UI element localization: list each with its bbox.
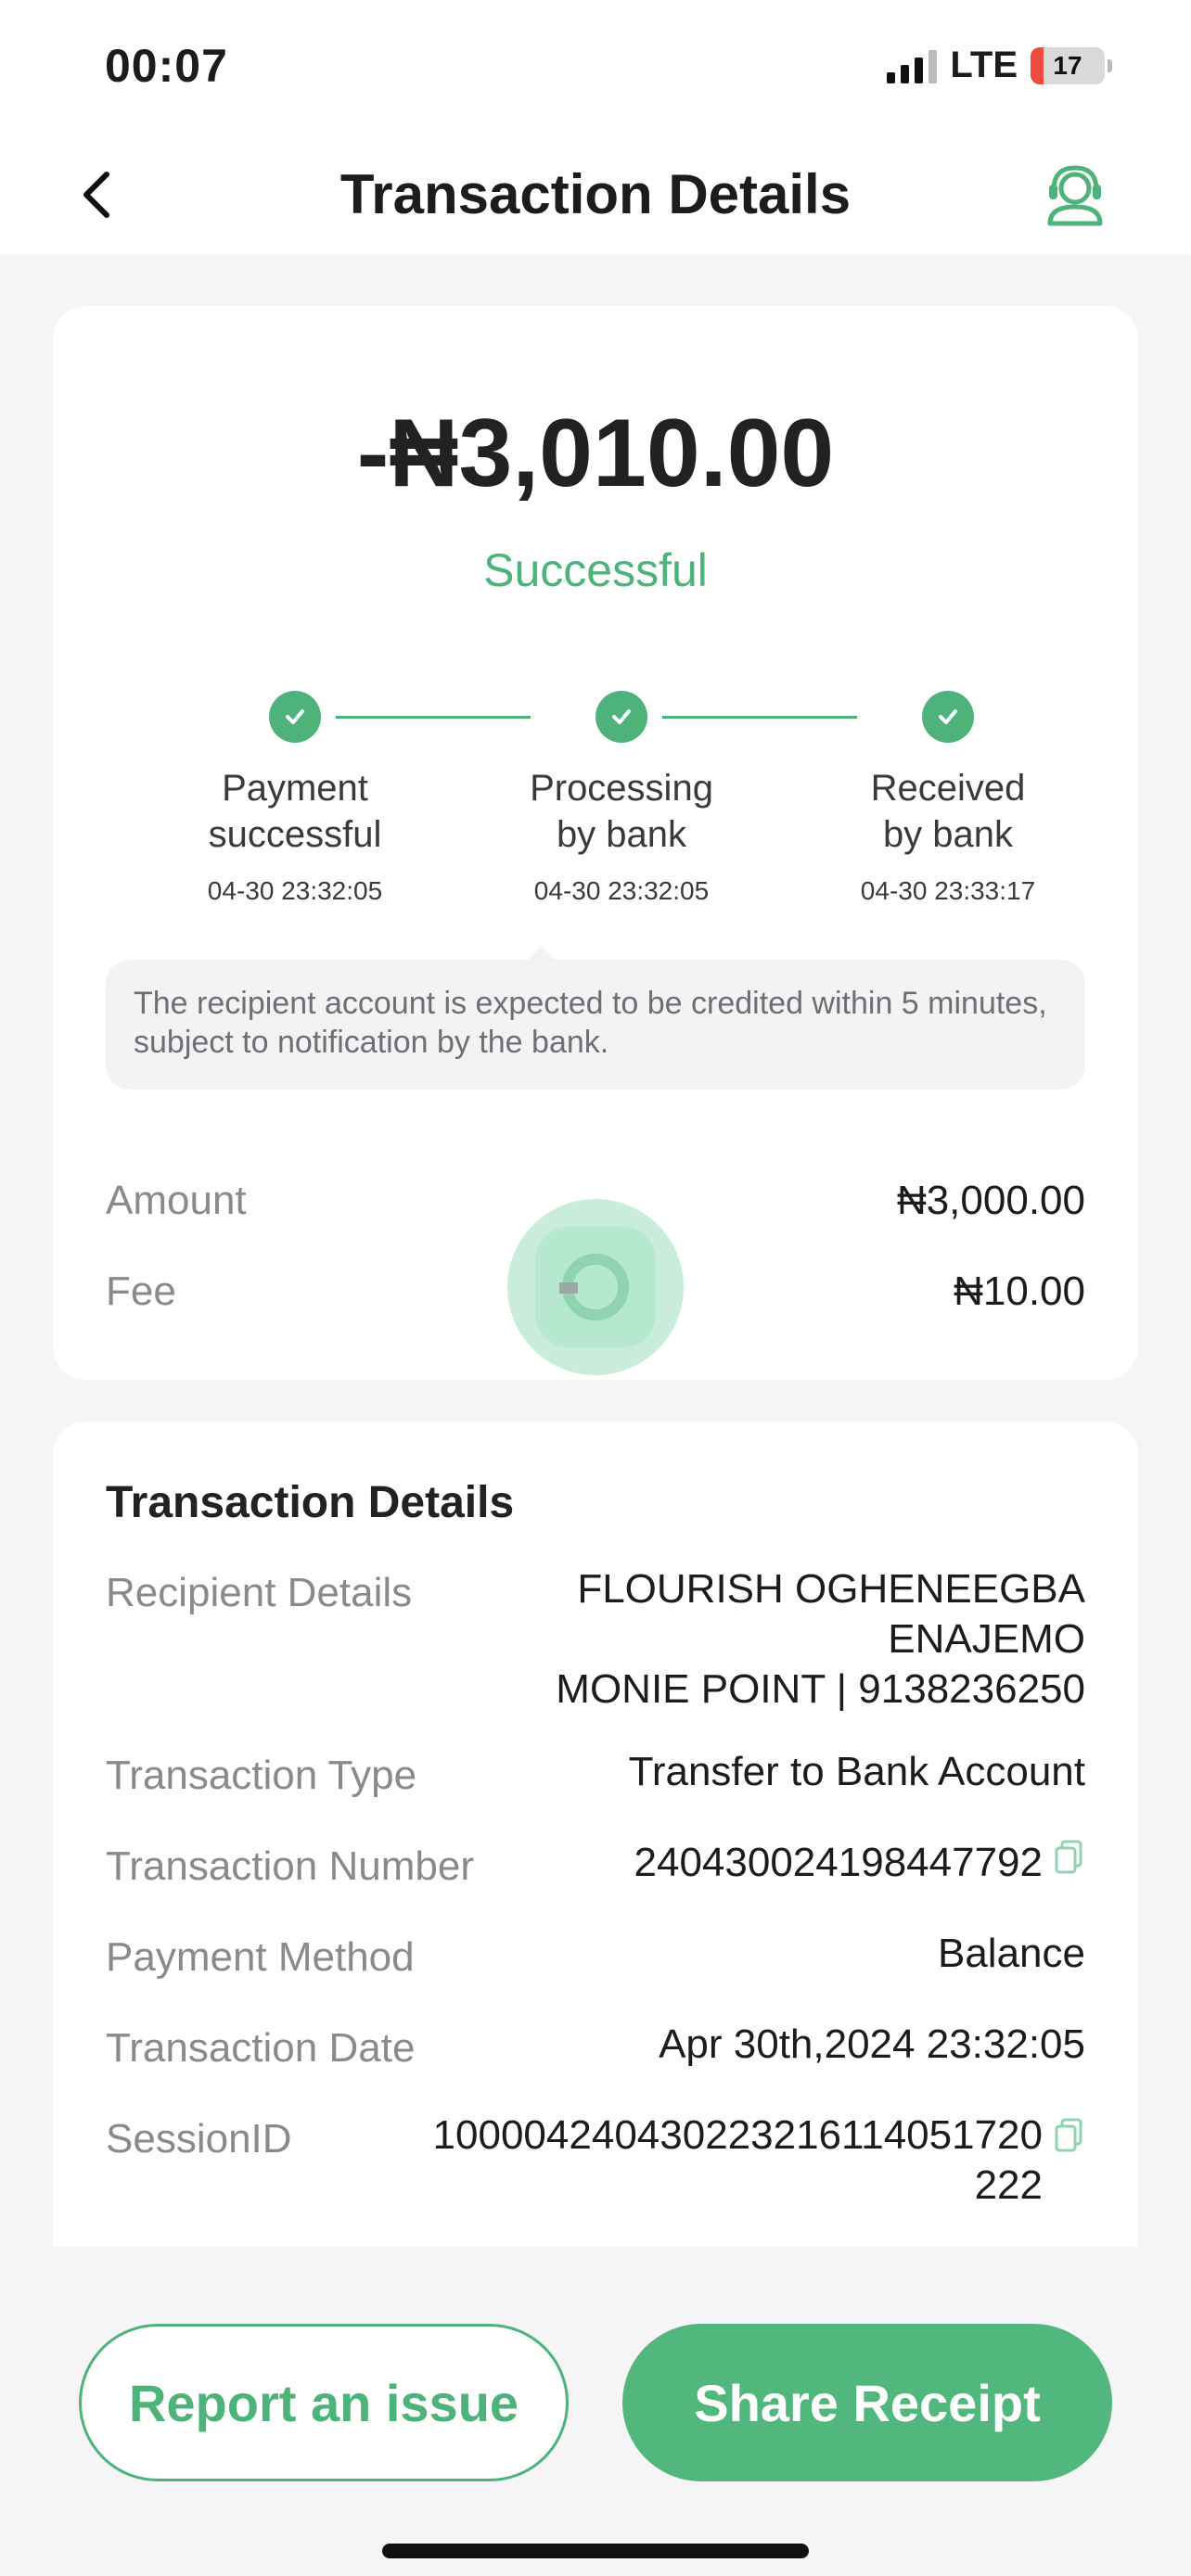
report-issue-button[interactable]: Report an issue bbox=[79, 2324, 569, 2481]
step-time: 04-30 23:32:05 bbox=[207, 876, 383, 905]
customer-support-icon bbox=[1047, 165, 1103, 226]
transaction-date-value: Apr 30th,2024 23:32:05 bbox=[659, 2021, 1085, 2067]
detail-label: Transaction Date bbox=[106, 2025, 416, 2071]
session-id-row: 100004240430223216114051720 222 bbox=[433, 2111, 1085, 2211]
step-connector bbox=[336, 716, 531, 719]
transaction-amount: -₦3,010.00 bbox=[356, 400, 835, 507]
home-indicator bbox=[382, 2544, 809, 2558]
step-label: Processing by bank bbox=[530, 768, 713, 855]
status-indicators: LTE 17 bbox=[887, 45, 1112, 86]
amount-label: Amount bbox=[106, 1178, 247, 1223]
step-label: Payment successful bbox=[208, 768, 382, 855]
signal-icon bbox=[887, 48, 938, 83]
status-bar: 00:07 LTE 17 bbox=[0, 0, 1191, 134]
detail-label: Payment Method bbox=[106, 1934, 415, 1980]
check-icon bbox=[922, 691, 974, 743]
nav-bar: Transaction Details bbox=[0, 134, 1191, 255]
copy-icon[interactable] bbox=[1054, 2116, 1085, 2166]
payment-method-value: Balance bbox=[937, 1931, 1085, 1976]
details-card: Transaction Details Recipient Details FL… bbox=[53, 1422, 1138, 2247]
step-time: 04-30 23:33:17 bbox=[860, 876, 1036, 905]
transaction-status: Successful bbox=[483, 544, 708, 596]
step-label: Received by bank bbox=[870, 768, 1026, 855]
copy-icon[interactable] bbox=[1054, 1838, 1085, 1888]
transaction-type-value: Transfer to Bank Account bbox=[628, 1749, 1085, 1794]
transaction-number-value: 240430024198447792 bbox=[634, 1840, 1043, 1885]
transaction-number-row: 240430024198447792 bbox=[634, 1838, 1085, 1888]
bottom-action-bar: Report an issue Share Receipt bbox=[0, 2247, 1191, 2576]
fee-value: ₦10.00 bbox=[954, 1269, 1085, 1314]
network-type: LTE bbox=[950, 45, 1018, 85]
detail-label: Transaction Number bbox=[106, 1843, 474, 1889]
detail-label: Transaction Type bbox=[106, 1753, 417, 1798]
customer-support-button[interactable] bbox=[1041, 160, 1109, 229]
recipient-details-value: FLOURISH OGHENEEGBA ENAJEMO MONIE POINT … bbox=[556, 1566, 1085, 1712]
loading-spinner bbox=[507, 1199, 684, 1375]
details-title: Transaction Details bbox=[106, 1478, 515, 1527]
check-icon bbox=[596, 691, 647, 743]
check-icon bbox=[269, 691, 321, 743]
page-title: Transaction Details bbox=[339, 163, 852, 225]
notice-pointer bbox=[526, 946, 556, 961]
loading-icon bbox=[559, 1254, 629, 1320]
detail-label: SessionID bbox=[106, 2116, 292, 2162]
session-id-value: 100004240430223216114051720 222 bbox=[432, 2112, 1043, 2208]
progress-steps: Payment successful 04-30 23:32:05 Proces… bbox=[53, 691, 1138, 932]
battery-icon: 17 bbox=[1031, 46, 1105, 84]
step-connector bbox=[662, 716, 857, 719]
fee-label: Fee bbox=[106, 1269, 176, 1314]
credit-notice: The recipient account is expected to be … bbox=[106, 960, 1085, 1090]
share-receipt-button[interactable]: Share Receipt bbox=[622, 2324, 1112, 2481]
battery-level: 17 bbox=[1053, 50, 1082, 80]
status-time: 00:07 bbox=[105, 40, 228, 92]
amount-value: ₦3,000.00 bbox=[896, 1178, 1085, 1223]
step-time: 04-30 23:32:05 bbox=[533, 876, 710, 905]
detail-label: Recipient Details bbox=[106, 1570, 413, 1615]
